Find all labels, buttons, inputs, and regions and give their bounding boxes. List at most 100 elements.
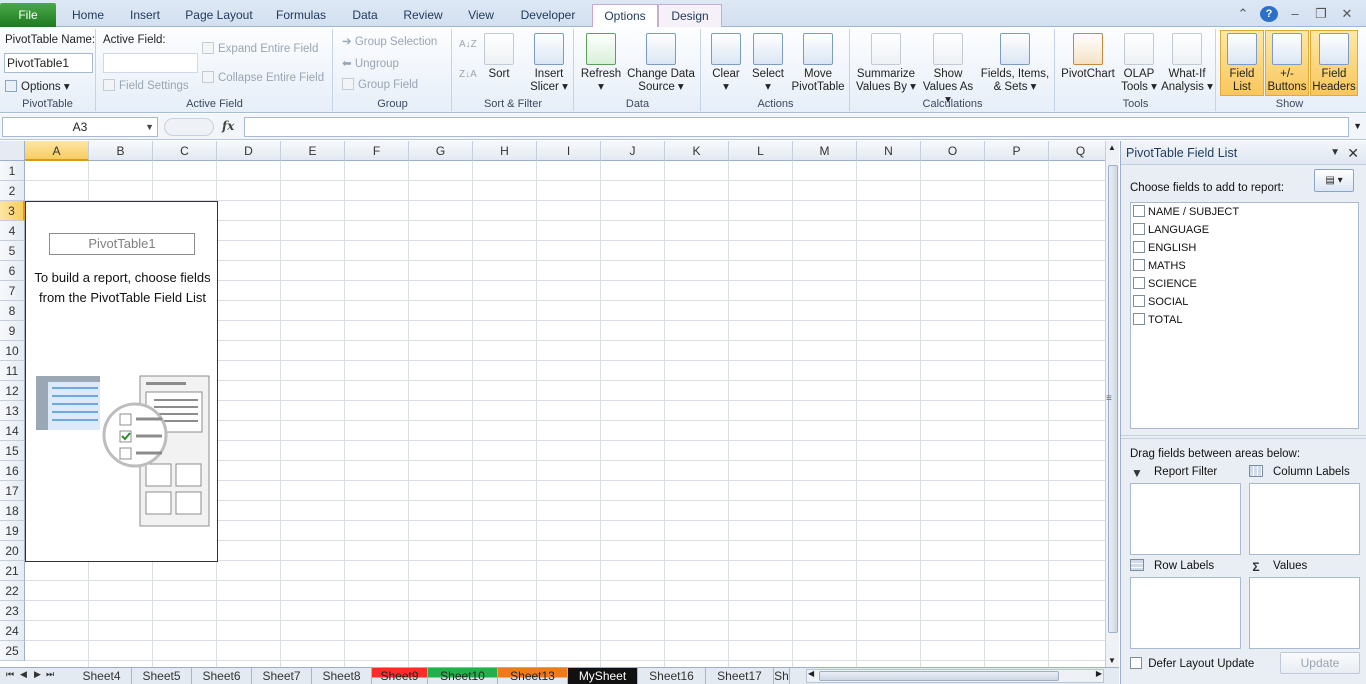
group-selection-button[interactable]: ➔ Group Selection bbox=[342, 34, 437, 48]
sheet-tab-sheet9[interactable]: Sheet9 bbox=[372, 668, 428, 684]
tab-review[interactable]: Review bbox=[394, 4, 452, 27]
row-header-21[interactable]: 21 bbox=[0, 561, 25, 581]
row-header-13[interactable]: 13 bbox=[0, 401, 25, 421]
row-header-20[interactable]: 20 bbox=[0, 541, 25, 561]
tab-file[interactable]: File bbox=[0, 3, 56, 27]
defer-layout-update[interactable]: Defer Layout Update bbox=[1130, 657, 1254, 670]
column-header-n[interactable]: N bbox=[857, 141, 921, 161]
row-header-18[interactable]: 18 bbox=[0, 501, 25, 521]
column-labels-area[interactable] bbox=[1249, 483, 1360, 555]
worksheet-grid[interactable]: ABCDEFGHIJKLMNOPQ 1 2 3 4 5 6 7 8 9 10 11 12 13 14 15 1… bbox=[0, 141, 1105, 667]
column-header-p[interactable]: P bbox=[985, 141, 1049, 161]
buttons-toggle[interactable]: +/- Buttons bbox=[1265, 30, 1309, 96]
scroll-left-icon[interactable]: ◀ bbox=[808, 669, 814, 678]
tab-view[interactable]: View bbox=[456, 4, 506, 27]
field-item[interactable]: ENGLISH bbox=[1133, 239, 1196, 257]
field-item[interactable]: NAME / SUBJECT bbox=[1133, 203, 1239, 221]
field-item[interactable]: TOTAL bbox=[1133, 311, 1182, 329]
column-header-a[interactable]: A bbox=[25, 141, 89, 161]
tab-home[interactable]: Home bbox=[62, 4, 114, 27]
field-checkbox[interactable] bbox=[1133, 295, 1145, 307]
row-header-4[interactable]: 4 bbox=[0, 221, 25, 241]
tab-insert[interactable]: Insert bbox=[118, 4, 172, 27]
row-header-2[interactable]: 2 bbox=[0, 181, 25, 201]
row-header-9[interactable]: 9 bbox=[0, 321, 25, 341]
row-header-7[interactable]: 7 bbox=[0, 281, 25, 301]
row-header-14[interactable]: 14 bbox=[0, 421, 25, 441]
column-header-i[interactable]: I bbox=[537, 141, 601, 161]
fields-items-sets-button[interactable]: Fields, Items, & Sets ▾ bbox=[979, 33, 1051, 94]
row-header-3[interactable]: 3 bbox=[0, 201, 25, 221]
active-field-input[interactable] bbox=[103, 53, 198, 73]
help-icon[interactable]: ? bbox=[1260, 6, 1278, 22]
select-all-corner[interactable] bbox=[0, 141, 25, 161]
expand-field-button[interactable]: Expand Entire Field bbox=[202, 42, 318, 55]
minimize-icon[interactable]: – bbox=[1286, 6, 1304, 22]
column-header-q[interactable]: Q bbox=[1049, 141, 1105, 161]
field-checkbox[interactable] bbox=[1133, 241, 1145, 253]
column-header-k[interactable]: K bbox=[665, 141, 729, 161]
pivotchart-button[interactable]: PivotChart bbox=[1058, 33, 1118, 81]
collapse-ribbon-icon[interactable]: ⌃ bbox=[1234, 6, 1252, 22]
sheet-tab-sheet7[interactable]: Sheet7 bbox=[252, 668, 312, 684]
row-header-5[interactable]: 5 bbox=[0, 241, 25, 261]
field-checkbox[interactable] bbox=[1133, 277, 1145, 289]
row-header-19[interactable]: 19 bbox=[0, 521, 25, 541]
column-header-f[interactable]: F bbox=[345, 141, 409, 161]
row-header-12[interactable]: 12 bbox=[0, 381, 25, 401]
formula-input[interactable] bbox=[244, 117, 1349, 137]
field-checkbox[interactable] bbox=[1133, 223, 1145, 235]
field-item[interactable]: SOCIAL bbox=[1133, 293, 1188, 311]
first-sheet-icon[interactable]: ⏮ bbox=[6, 669, 14, 680]
olap-tools-button[interactable]: OLAP Tools ▾ bbox=[1118, 33, 1160, 94]
row-header-10[interactable]: 10 bbox=[0, 341, 25, 361]
pane-grip-icon[interactable]: ≡ bbox=[1106, 393, 1112, 404]
row-header-1[interactable]: 1 bbox=[0, 161, 25, 181]
scroll-right-icon[interactable]: ▶ bbox=[1096, 669, 1102, 678]
row-header-23[interactable]: 23 bbox=[0, 601, 25, 621]
pane-options-icon[interactable]: ▼ bbox=[1330, 141, 1340, 165]
sort-button[interactable]: Sort bbox=[481, 33, 517, 81]
close-pane-icon[interactable]: ✕ bbox=[1347, 141, 1359, 165]
horizontal-scroll-thumb[interactable] bbox=[819, 671, 1059, 681]
restore-icon[interactable]: ❐ bbox=[1312, 6, 1330, 22]
field-item[interactable]: SCIENCE bbox=[1133, 275, 1197, 293]
column-header-e[interactable]: E bbox=[281, 141, 345, 161]
pane-splitter[interactable] bbox=[1121, 435, 1366, 439]
name-box[interactable]: A3 ▼ bbox=[2, 117, 158, 137]
column-header-g[interactable]: G bbox=[409, 141, 473, 161]
pivottable-name-input[interactable]: PivotTable1 bbox=[4, 53, 93, 73]
row-labels-area[interactable] bbox=[1130, 577, 1241, 649]
chevron-down-icon[interactable]: ▼ bbox=[145, 118, 154, 136]
insert-function-icon[interactable]: fx bbox=[222, 119, 234, 133]
refresh-button[interactable]: Refresh ▾ bbox=[579, 33, 623, 94]
field-settings-button[interactable]: Field Settings bbox=[103, 79, 189, 92]
values-area[interactable] bbox=[1249, 577, 1360, 649]
column-header-j[interactable]: J bbox=[601, 141, 665, 161]
row-header-25[interactable]: 25 bbox=[0, 641, 25, 661]
formula-bar-resize-handle[interactable] bbox=[164, 118, 214, 136]
field-item[interactable]: LANGUAGE bbox=[1133, 221, 1209, 239]
group-field-button[interactable]: Group Field bbox=[342, 78, 418, 91]
select-button[interactable]: Select ▾ bbox=[748, 33, 788, 94]
row-header-22[interactable]: 22 bbox=[0, 581, 25, 601]
sheet-tab-sheet13[interactable]: Sheet13 bbox=[498, 668, 568, 684]
column-header-o[interactable]: O bbox=[921, 141, 985, 161]
field-checkbox[interactable] bbox=[1133, 205, 1145, 217]
last-sheet-icon[interactable]: ⏭ bbox=[46, 669, 54, 680]
sheet-tab-sheet16[interactable]: Sheet16 bbox=[638, 668, 706, 684]
expand-formula-bar-icon[interactable]: ▼ bbox=[1353, 121, 1362, 131]
collapse-field-button[interactable]: Collapse Entire Field bbox=[202, 71, 324, 84]
field-list-layout-button[interactable]: ▤ ▾ bbox=[1314, 169, 1354, 192]
what-if-button[interactable]: What-If Analysis ▾ bbox=[1160, 33, 1214, 94]
field-checkbox[interactable] bbox=[1133, 313, 1145, 325]
scroll-down-icon[interactable]: ▼ bbox=[1108, 656, 1116, 665]
tab-options[interactable]: Options bbox=[592, 4, 658, 27]
tab-design[interactable]: Design bbox=[658, 4, 722, 27]
vertical-scrollbar[interactable]: ▲ ▼ bbox=[1105, 141, 1119, 667]
column-header-c[interactable]: C bbox=[153, 141, 217, 161]
insert-slicer-button[interactable]: Insert Slicer ▾ bbox=[527, 33, 571, 94]
update-button[interactable]: Update bbox=[1280, 652, 1360, 674]
sheet-tab-sheet5[interactable]: Sheet5 bbox=[132, 668, 192, 684]
row-header-17[interactable]: 17 bbox=[0, 481, 25, 501]
